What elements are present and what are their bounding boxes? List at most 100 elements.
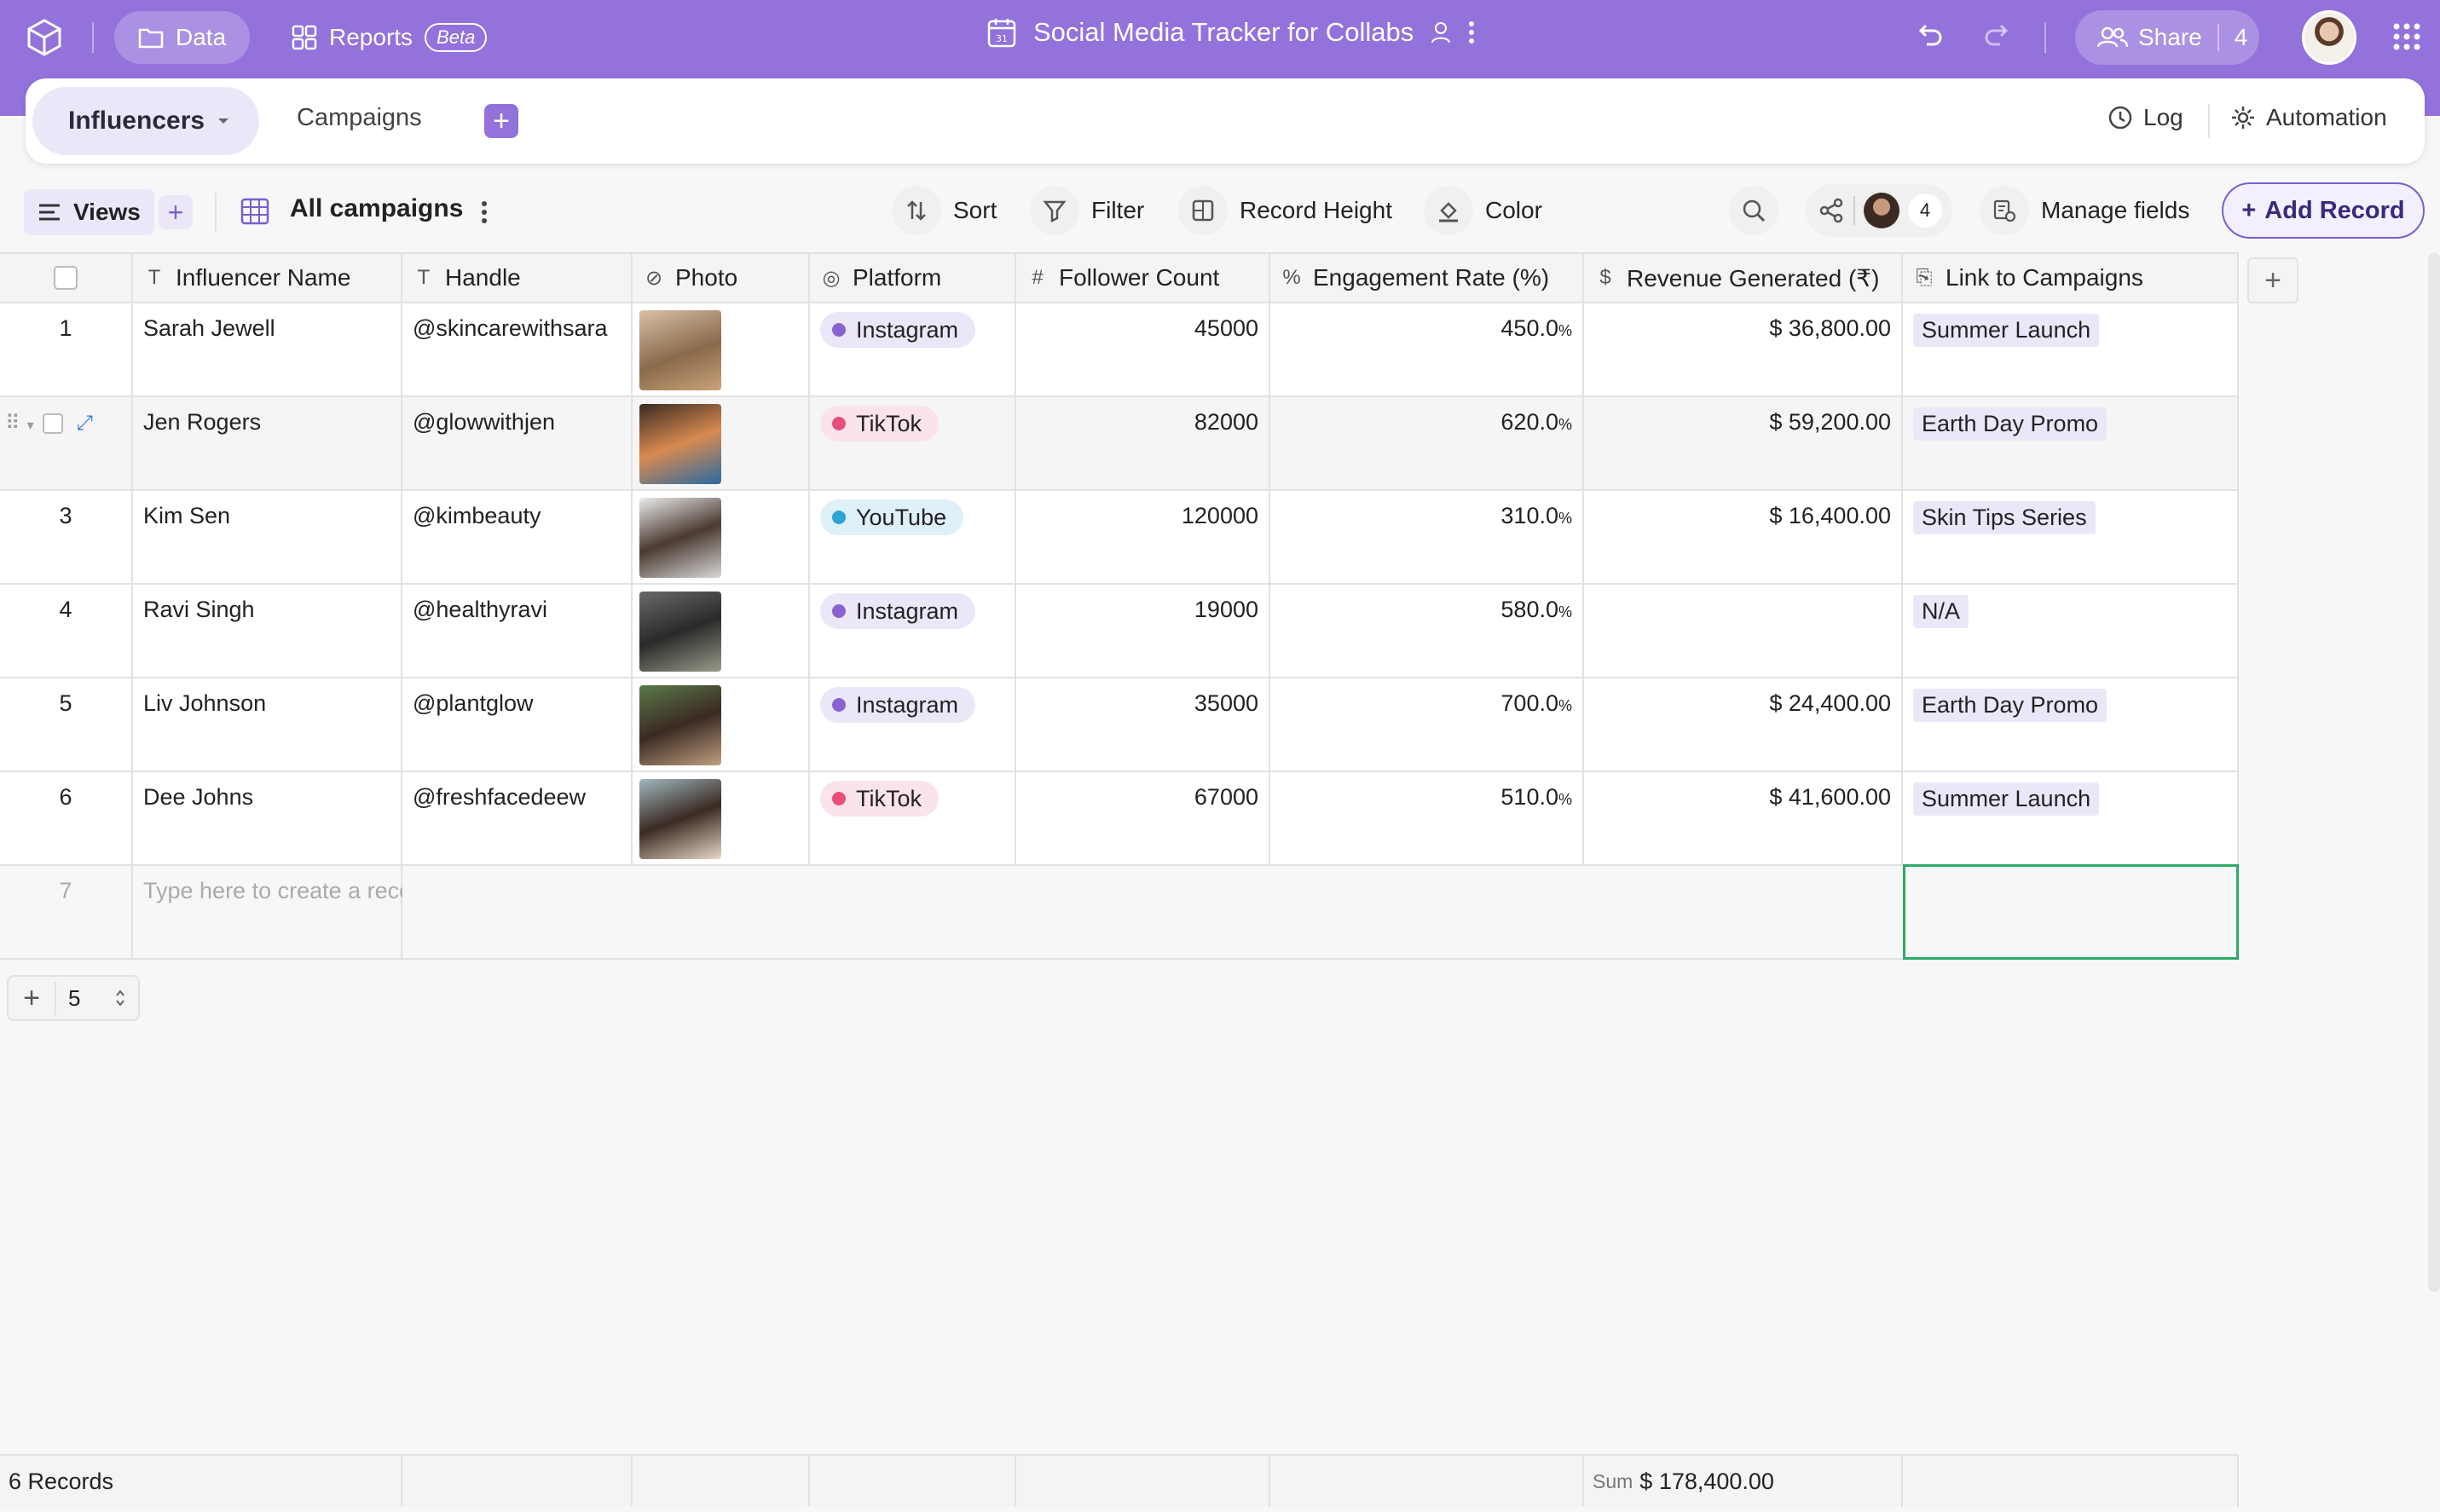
cell-engagement[interactable]: 450.0% [1270,303,1584,397]
cell-handle[interactable]: @glowwithjen [402,397,633,491]
cell-idx[interactable]: 4 [0,585,133,678]
cell-campaign[interactable]: Earth Day Promo [1903,678,2239,772]
cell-idx[interactable]: 3 [0,491,133,585]
add-field-button[interactable]: + [2247,257,2298,303]
table-row[interactable]: 4 Ravi Singh @healthyravi Instagram 19000 580… [0,585,2239,678]
filter-button[interactable]: Filter [1030,186,1144,235]
add-table-button[interactable]: + [484,104,518,138]
cell-photo[interactable] [633,397,810,491]
cell-revenue[interactable]: $ 59,200.00 [1584,397,1903,491]
new-record-input[interactable]: Type here to create a record [133,866,432,960]
cell-photo[interactable] [633,585,810,678]
add-rows-count[interactable]: 5 [56,985,114,1012]
cell-revenue[interactable] [1584,585,1903,678]
cell-idx[interactable]: 6 [0,772,133,866]
user-icon[interactable] [1431,20,1451,44]
cell-platform[interactable]: TikTok [810,772,1016,866]
cell-engagement[interactable]: 700.0% [1270,678,1584,772]
cell-followers[interactable]: 82000 [1016,397,1270,491]
record-height-button[interactable]: Record Height [1178,186,1392,235]
revenue-sum-cell[interactable]: Sum $ 178,400.00 [1584,1456,1903,1507]
cell-idx[interactable]: 5 [0,678,133,772]
summary-cell[interactable] [402,1456,633,1507]
table-row[interactable]: ⠿ ▾ ⤢ Jen Rogers @glowwithjen TikTok 82000 620.… [0,397,2239,491]
log-button[interactable]: Log [2108,104,2183,131]
column-header-engagement-rate[interactable]: % Engagement Rate (%) [1270,252,1584,303]
cell-photo[interactable] [633,491,810,585]
campaign-link-chip[interactable]: Summer Launch [1913,782,2100,816]
cell-engagement[interactable]: 310.0% [1270,491,1584,585]
column-header-influencer-name[interactable]: T Influencer Name [133,252,402,303]
summary-cell[interactable] [633,1456,810,1507]
new-record-empty-cells[interactable] [402,866,1903,960]
user-avatar[interactable] [2302,10,2356,65]
cell-name[interactable]: Liv Johnson [133,678,402,772]
color-button[interactable]: Color [1424,186,1542,235]
column-header-platform[interactable]: ◎ Platform [810,252,1016,303]
cell-idx[interactable]: 1 [0,303,133,397]
column-header-link-to-campaigns[interactable]: ⎘ Link to Campaigns [1903,252,2239,303]
column-header-revenue-generated[interactable]: $ Revenue Generated (₹) [1584,252,1903,303]
row-checkbox[interactable] [42,413,63,434]
summary-cell[interactable] [1016,1456,1270,1507]
expand-record-icon[interactable]: ⤢ [77,412,93,435]
cell-platform[interactable]: Instagram [810,585,1016,678]
column-header-photo[interactable]: ⊘ Photo [633,252,810,303]
cell-followers[interactable]: 67000 [1016,772,1270,866]
drag-handle-icon[interactable]: ⠿ [5,412,20,435]
document-title[interactable]: 31 Social Media Tracker for Collabs [987,17,1475,48]
manage-fields-button[interactable]: Manage fields [1980,186,2189,235]
column-header-follower-count[interactable]: # Follower Count [1016,252,1270,303]
cell-name[interactable]: Sarah Jewell [133,303,402,397]
tab-campaigns[interactable]: Campaigns [297,104,422,132]
cell-revenue[interactable]: $ 16,400.00 [1584,491,1903,585]
campaign-link-chip[interactable]: Summer Launch [1913,314,2100,347]
influencer-photo[interactable] [639,498,721,578]
summary-cell[interactable] [810,1456,1016,1507]
summary-cell[interactable] [1903,1456,2239,1507]
cell-followers[interactable]: 120000 [1016,491,1270,585]
views-button[interactable]: Views [24,189,154,235]
campaign-link-chip[interactable]: Earth Day Promo [1913,407,2108,441]
cell-campaign[interactable]: N/A [1903,585,2239,678]
cell-engagement[interactable]: 620.0% [1270,397,1584,491]
table-row[interactable]: 6 Dee Johns @freshfacedeew TikTok 67000 510.0… [0,772,2239,866]
cell-engagement[interactable]: 580.0% [1270,585,1584,678]
campaign-link-chip[interactable]: Earth Day Promo [1913,689,2108,722]
table-row[interactable]: 5 Liv Johnson @plantglow Instagram 35000 700.… [0,678,2239,772]
cell-handle[interactable]: @freshfacedeew [402,772,633,866]
campaign-link-chip[interactable]: Skin Tips Series [1913,501,2096,534]
search-button[interactable] [1729,186,1778,235]
cell-photo[interactable] [633,772,810,866]
cell-platform[interactable]: Instagram [810,678,1016,772]
cell-name[interactable]: Jen Rogers [133,397,402,491]
add-record-button[interactable]: + Add Record [2222,182,2425,239]
undo-icon[interactable] [1915,20,1944,49]
select-all-checkbox[interactable] [54,266,78,290]
cell-revenue[interactable]: $ 41,600.00 [1584,772,1903,866]
chevron-down-icon[interactable] [217,117,230,125]
cell-handle[interactable]: @kimbeauty [402,491,633,585]
automation-button[interactable]: Automation [2230,104,2387,131]
stepper-icon[interactable] [114,988,126,1008]
cell-name[interactable]: Dee Johns [133,772,402,866]
influencer-photo[interactable] [639,779,721,859]
reports-tab[interactable]: Reports Beta [285,11,494,64]
expand-caret-icon[interactable]: ▾ [27,418,34,433]
cell-name[interactable]: Kim Sen [133,491,402,585]
more-vertical-icon[interactable] [481,199,488,225]
cell-campaign[interactable]: Earth Day Promo [1903,397,2239,491]
cell-idx[interactable]: ⠿ ▾ ⤢ [0,397,133,491]
table-row[interactable]: 1 Sarah Jewell @skincarewithsara Instagram 4… [0,303,2239,397]
share-button[interactable]: Share 4 [2075,10,2259,65]
add-rows-plus-icon[interactable]: + [9,981,56,1015]
column-header-handle[interactable]: T Handle [402,252,633,303]
cell-campaign[interactable]: Summer Launch [1903,303,2239,397]
cell-followers[interactable]: 45000 [1016,303,1270,397]
cell-handle[interactable]: @skincarewithsara [402,303,633,397]
influencer-photo[interactable] [639,592,721,672]
tab-influencers[interactable]: Influencers [32,87,259,155]
table-row[interactable]: 3 Kim Sen @kimbeauty YouTube 120000 310.0% $ 1… [0,491,2239,585]
redo-icon[interactable] [1983,20,2012,49]
cell-followers[interactable]: 19000 [1016,585,1270,678]
